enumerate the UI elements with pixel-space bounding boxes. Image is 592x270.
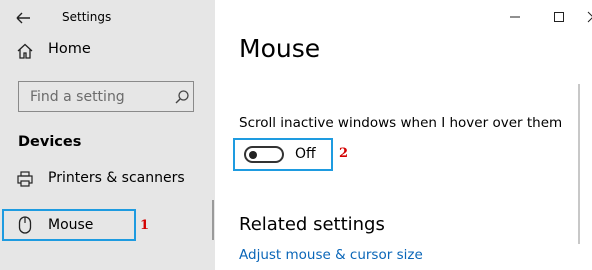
search-icon[interactable] [174, 89, 190, 105]
annotation-marker-1: 1 [140, 218, 150, 233]
back-arrow-icon [16, 12, 30, 24]
main-scrollbar[interactable] [578, 84, 580, 244]
sidebar: Settings Home Find a setting Devices Pri… [0, 0, 215, 270]
main-content: Mouse Scroll inactive windows when I hov… [215, 0, 592, 270]
maximize-button[interactable] [547, 6, 571, 28]
search-placeholder: Find a setting [30, 89, 125, 105]
home-icon [17, 43, 33, 59]
toggle-state-label: Off [295, 146, 316, 162]
section-heading-devices: Devices [18, 134, 82, 150]
scroll-inactive-label: Scroll inactive windows when I hover ove… [239, 115, 563, 131]
sidebar-item-printers-scanners[interactable]: Printers & scanners [0, 164, 215, 194]
annotation-marker-2: 2 [339, 146, 349, 161]
page-title: Mouse [239, 34, 321, 63]
sidebar-item-label: Mouse [48, 217, 94, 233]
search-input[interactable]: Find a setting [18, 81, 194, 112]
adjust-mouse-cursor-size-link[interactable]: Adjust mouse & cursor size [239, 247, 423, 263]
scroll-inactive-toggle[interactable]: Off [233, 138, 333, 171]
toggle-switch[interactable] [244, 146, 284, 163]
close-icon [587, 11, 592, 23]
minimize-icon [510, 16, 520, 18]
sidebar-scrollbar[interactable] [212, 200, 214, 240]
mouse-icon [18, 216, 32, 234]
sidebar-item-home[interactable]: Home [0, 36, 215, 66]
related-settings-heading: Related settings [239, 214, 385, 235]
back-button[interactable] [8, 6, 38, 30]
window-title: Settings [62, 10, 112, 24]
maximize-icon [554, 12, 564, 22]
sidebar-item-label: Printers & scanners [48, 170, 185, 186]
sidebar-item-mouse[interactable]: Mouse [2, 209, 136, 241]
toggle-knob [249, 150, 257, 159]
printer-icon [17, 171, 33, 187]
close-button[interactable] [581, 6, 592, 28]
sidebar-item-label: Home [48, 41, 91, 57]
minimize-button[interactable] [503, 6, 527, 28]
